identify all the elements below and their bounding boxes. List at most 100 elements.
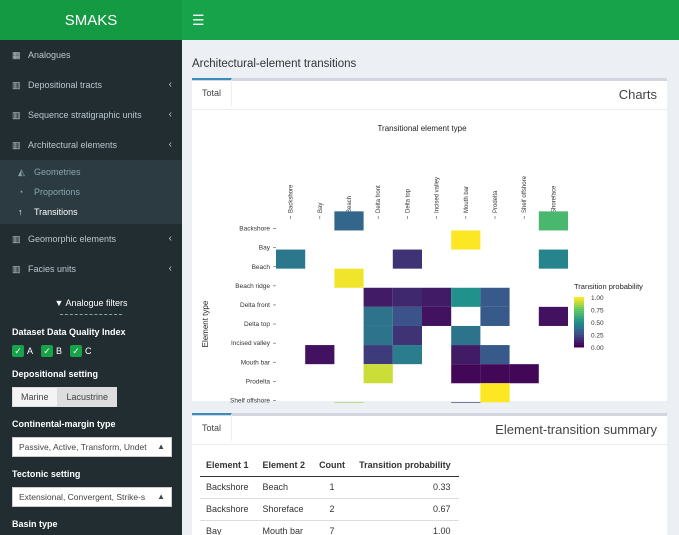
continental-margin-select[interactable]: Passive, Active, Transform, Undet ▲	[12, 437, 172, 457]
x-tick-label: Shoreface	[551, 185, 557, 213]
y-tick-label: Delta top	[244, 321, 270, 328]
charts-box: Total Charts Transitional element type Ba…	[192, 78, 667, 403]
menu-toggle-icon[interactable]: ☰	[192, 12, 205, 29]
table-cell: 2	[313, 497, 354, 520]
area-chart-icon: ◭	[18, 166, 25, 177]
x-tick-label: Bay	[318, 203, 324, 213]
continental-margin-label: Continental-margin type	[12, 419, 116, 429]
chevron-left-icon: ‹	[168, 263, 172, 274]
heatmap-cell	[509, 364, 539, 384]
tab-total[interactable]: Total	[192, 413, 233, 441]
chevron-left-icon: ‹	[168, 109, 172, 120]
summary-box: Total Element-transition summary Element…	[192, 413, 667, 535]
y-tick-label: Mouth bar	[241, 359, 271, 366]
dqi-label: Dataset Data Quality Index	[12, 327, 126, 337]
tab-total[interactable]: Total	[192, 78, 233, 106]
column-header[interactable]: Element 1	[200, 454, 257, 477]
marine-button[interactable]: Marine	[12, 387, 58, 407]
x-tick-label: Mouth bar	[464, 186, 470, 213]
chart-icon: ▥	[12, 233, 21, 244]
checkbox-c[interactable]: ✓	[70, 345, 83, 357]
table-cell: Mouth bar	[256, 519, 314, 535]
chevron-left-icon: ‹	[168, 139, 172, 150]
heatmap-cell	[392, 306, 422, 326]
column-header[interactable]: Transition probability	[353, 454, 459, 477]
lacustrine-button[interactable]: Lacustrine	[57, 387, 118, 407]
sidebar-item-label: Facies units	[28, 264, 77, 274]
table-cell: Shoreface	[256, 497, 314, 520]
box-title: Charts	[618, 87, 657, 102]
heatmap-cell	[451, 230, 481, 250]
table-cell: Bay	[200, 519, 257, 535]
x-axis-title: Transitional element type	[377, 124, 467, 133]
map-icon: ▦	[12, 49, 21, 60]
heatmap-cell	[451, 364, 481, 384]
sidebar-item-sequence-stratigraphic-units[interactable]: ▥ Sequence stratigraphic units ‹	[0, 100, 182, 130]
chart-icon: ▥	[12, 139, 21, 150]
y-axis-title: Element type	[201, 300, 210, 347]
legend-tick: 0.00	[591, 345, 604, 352]
sidebar-subitem-label: Geometries	[34, 167, 81, 177]
sidebar-item-geomorphic-elements[interactable]: ▥ Geomorphic elements ‹	[0, 224, 182, 254]
sidebar-item-label: Analogues	[28, 50, 71, 60]
caret-up-icon: ▲	[157, 442, 165, 451]
column-header[interactable]: Element 2	[256, 454, 314, 477]
summary-table: Element 1 Element 2 Count Transition probab…	[200, 454, 459, 535]
heatmap-cell	[480, 364, 510, 384]
y-tick-label: Delta front	[240, 302, 270, 309]
table-cell: Beach	[256, 475, 314, 498]
sidebar-item-label: Architectural elements	[28, 140, 118, 150]
main-content: Architectural-element transitions Total …	[182, 40, 679, 535]
sidebar-subitem-proportions[interactable]: ◔ Proportions	[0, 182, 182, 202]
chart-icon: ▥	[12, 109, 21, 120]
tectonic-setting-select[interactable]: Extensional, Convergent, Strike-s ▲	[12, 487, 172, 507]
column-header[interactable]: Count	[313, 454, 354, 477]
heatmap-cell	[363, 345, 393, 365]
heatmap-cell	[451, 287, 481, 307]
sidebar-item-analogues[interactable]: ▦ Analogues	[0, 40, 182, 70]
table-row: Backshore Beach 1 0.33	[200, 475, 459, 498]
sidebar-subitem-label: Transitions	[34, 207, 78, 217]
sidebar-item-architectural-elements[interactable]: ▥ Architectural elements ‹	[0, 130, 182, 160]
heatmap-cell	[334, 402, 364, 403]
heatmap-cell	[334, 268, 364, 288]
heatmap-cell	[538, 211, 568, 231]
checkbox-b[interactable]: ✓	[41, 345, 54, 357]
table-cell: Backshore	[200, 475, 257, 498]
y-tick-label: Beach ridge	[235, 283, 270, 290]
heatmap-cell	[363, 287, 393, 307]
dqi-checkboxes: ✓ A ✓ B ✓ C	[0, 345, 182, 357]
heatmap-cell	[451, 402, 481, 403]
checkbox-a[interactable]: ✓	[12, 345, 24, 357]
sidebar-subitem-geometries[interactable]: ◭ Geometries	[0, 162, 182, 182]
heatmap-cell	[480, 383, 510, 403]
heatmap-cell	[334, 211, 364, 231]
x-tick-label: Shelf offshore	[522, 175, 528, 213]
y-tick-label: Backshore	[239, 226, 270, 233]
chevron-left-icon: ‹	[168, 233, 172, 244]
sidebar-item-depositional-tracts[interactable]: ▥ Depositional tracts ‹	[0, 70, 182, 100]
caret-up-icon: ▲	[157, 492, 165, 501]
filters-label: Analogue filters	[65, 298, 128, 308]
sidebar-item-facies-units[interactable]: ▥ Facies units ‹	[0, 254, 182, 284]
heatmap-cell	[363, 364, 393, 384]
tectonic-setting-label: Tectonic setting	[12, 469, 81, 479]
x-tick-label: Delta top	[405, 188, 411, 213]
sidebar-subitem-transitions[interactable]: ↑ Transitions	[0, 202, 182, 222]
basin-type-label: Basin type	[12, 519, 58, 529]
checkbox-label: A	[27, 346, 34, 356]
heatmap-cell	[392, 287, 422, 307]
x-tick-label: Beach	[347, 196, 353, 213]
legend-tick: 0.25	[591, 333, 604, 340]
table-cell: 1.00	[353, 519, 459, 535]
legend-tick: 1.00	[591, 295, 604, 302]
table-cell: Backshore	[200, 497, 257, 520]
y-tick-label: Shelf offshore	[230, 397, 270, 403]
legend-title: Transition probability	[574, 282, 643, 291]
app-title[interactable]: SMAKS	[0, 0, 182, 40]
x-tick-label: Delta front	[376, 185, 382, 213]
heatmap-cell	[538, 249, 568, 269]
y-tick-label: Incised valley	[231, 340, 271, 347]
heatmap-cell	[480, 287, 510, 307]
heatmap-cell	[392, 249, 422, 269]
